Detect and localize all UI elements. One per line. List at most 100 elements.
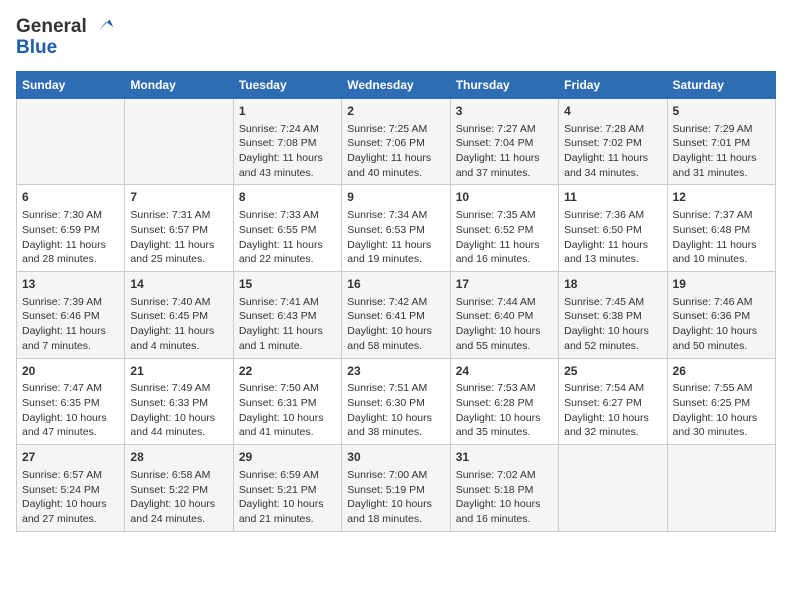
cell-sun-info: Sunrise: 7:51 AMSunset: 6:30 PMDaylight:… xyxy=(347,381,444,440)
day-number: 8 xyxy=(239,189,336,206)
cell-sun-info: Sunrise: 7:53 AMSunset: 6:28 PMDaylight:… xyxy=(456,381,553,440)
cell-sun-info: Sunrise: 7:27 AMSunset: 7:04 PMDaylight:… xyxy=(456,122,553,181)
day-header-friday: Friday xyxy=(559,71,667,98)
day-number: 28 xyxy=(130,449,227,466)
cell-sun-info: Sunrise: 7:54 AMSunset: 6:27 PMDaylight:… xyxy=(564,381,661,440)
day-number: 11 xyxy=(564,189,661,206)
cell-sun-info: Sunrise: 7:42 AMSunset: 6:41 PMDaylight:… xyxy=(347,295,444,354)
calendar-cell: 7 Sunrise: 7:31 AMSunset: 6:57 PMDaylight… xyxy=(125,185,233,272)
day-number: 27 xyxy=(22,449,119,466)
cell-sun-info: Sunrise: 7:55 AMSunset: 6:25 PMDaylight:… xyxy=(673,381,770,440)
day-number: 4 xyxy=(564,103,661,120)
calendar-cell: 9Sunrise: 7:34 AMSunset: 6:53 PMDaylight… xyxy=(342,185,450,272)
calendar-cell: 11 Sunrise: 7:36 AMSunset: 6:50 PMDayligh… xyxy=(559,185,667,272)
day-number: 29 xyxy=(239,449,336,466)
cell-sun-info: Sunrise: 7:33 AMSunset: 6:55 PMDaylight:… xyxy=(239,208,336,267)
cell-sun-info: Sunrise: 7:39 AMSunset: 6:46 PMDaylight:… xyxy=(22,295,119,354)
calendar-cell xyxy=(559,445,667,532)
calendar-cell xyxy=(667,445,775,532)
day-number: 25 xyxy=(564,363,661,380)
cell-sun-info: Sunrise: 7:37 AMSunset: 6:48 PMDaylight:… xyxy=(673,208,770,267)
day-number: 7 xyxy=(130,189,227,206)
calendar-cell: 8 Sunrise: 7:33 AMSunset: 6:55 PMDaylight… xyxy=(233,185,341,272)
day-number: 17 xyxy=(456,276,553,293)
calendar-cell: 6 Sunrise: 7:30 AMSunset: 6:59 PMDaylight… xyxy=(17,185,125,272)
calendar-cell: 18Sunrise: 7:45 AMSunset: 6:38 PMDayligh… xyxy=(559,271,667,358)
calendar-cell: 14Sunrise: 7:40 AMSunset: 6:45 PMDayligh… xyxy=(125,271,233,358)
calendar-week-row: 27 Sunrise: 6:57 AMSunset: 5:24 PMDayligh… xyxy=(17,445,776,532)
cell-sun-info: Sunrise: 7:34 AMSunset: 6:53 PMDaylight:… xyxy=(347,208,444,267)
cell-sun-info: Sunrise: 7:31 AMSunset: 6:57 PMDaylight:… xyxy=(130,208,227,267)
calendar-week-row: 1Sunrise: 7:24 AMSunset: 7:08 PMDaylight… xyxy=(17,98,776,185)
calendar-cell: 12 Sunrise: 7:37 AMSunset: 6:48 PMDayligh… xyxy=(667,185,775,272)
day-number: 14 xyxy=(130,276,227,293)
cell-sun-info: Sunrise: 7:02 AMSunset: 5:18 PMDaylight:… xyxy=(456,468,553,527)
cell-sun-info: Sunrise: 7:25 AMSunset: 7:06 PMDaylight:… xyxy=(347,122,444,181)
calendar-cell: 4 Sunrise: 7:28 AMSunset: 7:02 PMDaylight… xyxy=(559,98,667,185)
day-number: 5 xyxy=(673,103,770,120)
cell-sun-info: Sunrise: 7:47 AMSunset: 6:35 PMDaylight:… xyxy=(22,381,119,440)
calendar-cell: 19 Sunrise: 7:46 AMSunset: 6:36 PMDayligh… xyxy=(667,271,775,358)
day-number: 30 xyxy=(347,449,444,466)
day-header-thursday: Thursday xyxy=(450,71,558,98)
calendar-cell: 2 Sunrise: 7:25 AMSunset: 7:06 PMDaylight… xyxy=(342,98,450,185)
calendar-cell: 16Sunrise: 7:42 AMSunset: 6:41 PMDayligh… xyxy=(342,271,450,358)
cell-sun-info: Sunrise: 7:00 AMSunset: 5:19 PMDaylight:… xyxy=(347,468,444,527)
calendar-table: SundayMondayTuesdayWednesdayThursdayFrid… xyxy=(16,71,776,532)
day-number: 21 xyxy=(130,363,227,380)
cell-sun-info: Sunrise: 7:24 AMSunset: 7:08 PMDaylight:… xyxy=(239,122,336,181)
calendar-cell: 5Sunrise: 7:29 AMSunset: 7:01 PMDaylight… xyxy=(667,98,775,185)
calendar-cell: 13Sunrise: 7:39 AMSunset: 6:46 PMDayligh… xyxy=(17,271,125,358)
day-header-sunday: Sunday xyxy=(17,71,125,98)
day-number: 10 xyxy=(456,189,553,206)
cell-sun-info: Sunrise: 7:41 AMSunset: 6:43 PMDaylight:… xyxy=(239,295,336,354)
cell-sun-info: Sunrise: 7:46 AMSunset: 6:36 PMDaylight:… xyxy=(673,295,770,354)
logo: General Blue xyxy=(16,16,117,59)
calendar-week-row: 20Sunrise: 7:47 AMSunset: 6:35 PMDayligh… xyxy=(17,358,776,445)
day-header-wednesday: Wednesday xyxy=(342,71,450,98)
calendar-cell: 27 Sunrise: 6:57 AMSunset: 5:24 PMDayligh… xyxy=(17,445,125,532)
day-number: 22 xyxy=(239,363,336,380)
calendar-cell: 1Sunrise: 7:24 AMSunset: 7:08 PMDaylight… xyxy=(233,98,341,185)
day-number: 12 xyxy=(673,189,770,206)
calendar-cell: 10 Sunrise: 7:35 AMSunset: 6:52 PMDayligh… xyxy=(450,185,558,272)
calendar-cell: 29 Sunrise: 6:59 AMSunset: 5:21 PMDayligh… xyxy=(233,445,341,532)
day-number: 26 xyxy=(673,363,770,380)
calendar-cell: 3Sunrise: 7:27 AMSunset: 7:04 PMDaylight… xyxy=(450,98,558,185)
cell-sun-info: Sunrise: 7:44 AMSunset: 6:40 PMDaylight:… xyxy=(456,295,553,354)
cell-sun-info: Sunrise: 7:36 AMSunset: 6:50 PMDaylight:… xyxy=(564,208,661,267)
calendar-cell: 22Sunrise: 7:50 AMSunset: 6:31 PMDayligh… xyxy=(233,358,341,445)
page-header: General Blue xyxy=(16,16,776,59)
cell-sun-info: Sunrise: 6:57 AMSunset: 5:24 PMDaylight:… xyxy=(22,468,119,527)
cell-sun-info: Sunrise: 7:28 AMSunset: 7:02 PMDaylight:… xyxy=(564,122,661,181)
day-number: 31 xyxy=(456,449,553,466)
cell-sun-info: Sunrise: 7:50 AMSunset: 6:31 PMDaylight:… xyxy=(239,381,336,440)
calendar-header-row: SundayMondayTuesdayWednesdayThursdayFrid… xyxy=(17,71,776,98)
calendar-cell: 15Sunrise: 7:41 AMSunset: 6:43 PMDayligh… xyxy=(233,271,341,358)
cell-sun-info: Sunrise: 7:35 AMSunset: 6:52 PMDaylight:… xyxy=(456,208,553,267)
calendar-cell: 23Sunrise: 7:51 AMSunset: 6:30 PMDayligh… xyxy=(342,358,450,445)
cell-sun-info: Sunrise: 7:45 AMSunset: 6:38 PMDaylight:… xyxy=(564,295,661,354)
day-header-saturday: Saturday xyxy=(667,71,775,98)
calendar-week-row: 13Sunrise: 7:39 AMSunset: 6:46 PMDayligh… xyxy=(17,271,776,358)
cell-sun-info: Sunrise: 6:59 AMSunset: 5:21 PMDaylight:… xyxy=(239,468,336,527)
calendar-cell xyxy=(17,98,125,185)
day-number: 19 xyxy=(673,276,770,293)
logo-blue: Blue xyxy=(16,38,117,59)
cell-sun-info: Sunrise: 6:58 AMSunset: 5:22 PMDaylight:… xyxy=(130,468,227,527)
calendar-week-row: 6 Sunrise: 7:30 AMSunset: 6:59 PMDaylight… xyxy=(17,185,776,272)
calendar-cell: 21Sunrise: 7:49 AMSunset: 6:33 PMDayligh… xyxy=(125,358,233,445)
calendar-cell: 30 Sunrise: 7:00 AMSunset: 5:19 PMDayligh… xyxy=(342,445,450,532)
calendar-cell: 20Sunrise: 7:47 AMSunset: 6:35 PMDayligh… xyxy=(17,358,125,445)
calendar-cell: 28 Sunrise: 6:58 AMSunset: 5:22 PMDayligh… xyxy=(125,445,233,532)
calendar-body: 1Sunrise: 7:24 AMSunset: 7:08 PMDaylight… xyxy=(17,98,776,531)
day-number: 6 xyxy=(22,189,119,206)
cell-sun-info: Sunrise: 7:30 AMSunset: 6:59 PMDaylight:… xyxy=(22,208,119,267)
day-number: 20 xyxy=(22,363,119,380)
cell-sun-info: Sunrise: 7:49 AMSunset: 6:33 PMDaylight:… xyxy=(130,381,227,440)
day-number: 23 xyxy=(347,363,444,380)
day-header-monday: Monday xyxy=(125,71,233,98)
calendar-cell xyxy=(125,98,233,185)
day-number: 2 xyxy=(347,103,444,120)
day-header-tuesday: Tuesday xyxy=(233,71,341,98)
